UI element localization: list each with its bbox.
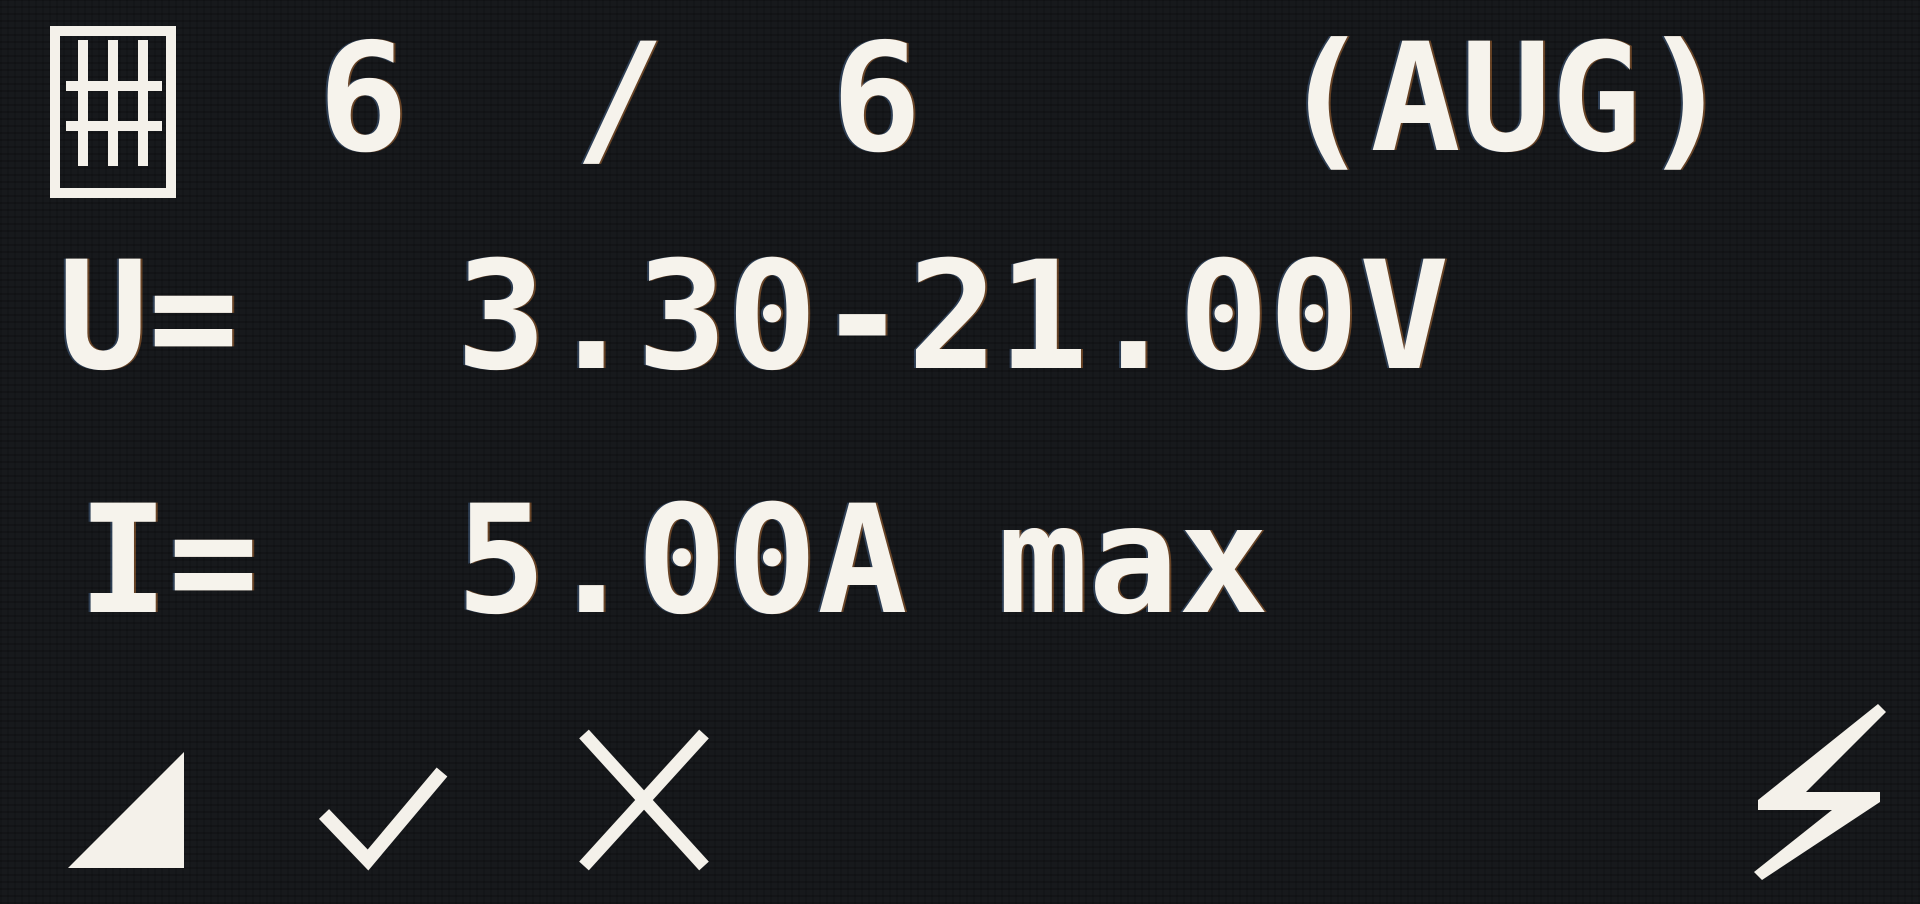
indicator-row bbox=[0, 700, 1886, 890]
grid-memory-icon bbox=[50, 26, 176, 198]
voltage-row: U= 3.30-21.00V bbox=[0, 222, 1449, 412]
close-icon bbox=[579, 729, 709, 871]
check-icon bbox=[318, 767, 448, 871]
current-label: I= bbox=[78, 474, 259, 648]
slot-month: (AUG) bbox=[1280, 12, 1732, 186]
lcd-screen: 6 / 6 (AUG) U= 3.30-21.00V I= 5.00A max bbox=[0, 0, 1920, 904]
voltage-label: U= bbox=[58, 230, 239, 404]
current-value: 5.00A max bbox=[456, 474, 1269, 648]
slot-count: 6 / 6 bbox=[318, 12, 960, 186]
voltage-value: 3.30-21.00V bbox=[456, 230, 1450, 404]
lightning-bolt-icon bbox=[1754, 704, 1886, 880]
status-row: 6 / 6 (AUG) bbox=[0, 4, 1732, 204]
current-row: I= 5.00A max bbox=[0, 466, 1269, 656]
signal-triangle-icon bbox=[68, 752, 184, 868]
